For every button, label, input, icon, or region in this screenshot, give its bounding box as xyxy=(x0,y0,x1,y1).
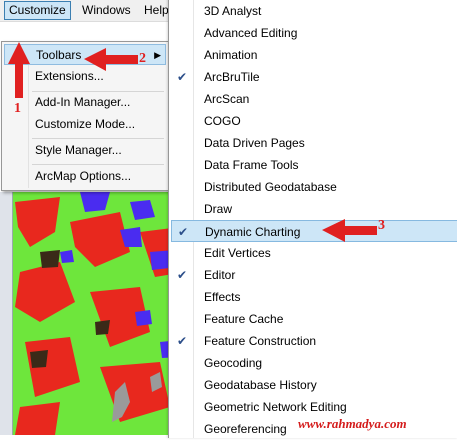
toolbars-submenu: 3D Analyst Advanced Editing Animation ✔ A… xyxy=(168,0,457,438)
toolbar-item-draw[interactable]: Draw xyxy=(169,198,457,220)
map-frame-edge xyxy=(0,192,13,435)
step-label-2: 2 xyxy=(139,51,146,66)
toolbar-item-geocoding[interactable]: Geocoding xyxy=(169,352,457,374)
toolbar-item-cogo[interactable]: COGO xyxy=(169,110,457,132)
checkmark-icon: ✔ xyxy=(177,70,188,84)
toolbar-item-geodatabase-history[interactable]: Geodatabase History xyxy=(169,374,457,396)
land-cover-map xyxy=(15,192,185,435)
menu-customize[interactable]: Customize xyxy=(4,1,71,20)
toolbar-item-feature-construction[interactable]: ✔ Feature Construction xyxy=(169,330,457,352)
map-view[interactable] xyxy=(0,192,185,435)
checkmark-icon: ✔ xyxy=(177,268,188,282)
toolbar-item-data-frame-tools[interactable]: Data Frame Tools xyxy=(169,154,457,176)
toolbar-item-feature-cache[interactable]: Feature Cache xyxy=(169,308,457,330)
step-label-1: 1 xyxy=(14,101,21,116)
toolbar-item-advanced-editing[interactable]: Advanced Editing xyxy=(169,22,457,44)
menu-windows[interactable]: Windows xyxy=(78,2,135,19)
toolbar-item-arcbrutile[interactable]: ✔ ArcBruTile xyxy=(169,66,457,88)
checkmark-icon: ✔ xyxy=(178,225,189,239)
toolbar-item-geometric-network-editing[interactable]: Geometric Network Editing xyxy=(169,396,457,418)
menu-separator xyxy=(32,164,164,165)
toolbar-item-editor[interactable]: ✔ Editor xyxy=(169,264,457,286)
toolbar-item-3d-analyst[interactable]: 3D Analyst xyxy=(169,0,457,22)
menu-item-style-manager[interactable]: Style Manager... xyxy=(4,140,166,161)
toolbar-item-effects[interactable]: Effects xyxy=(169,286,457,308)
checkmark-icon: ✔ xyxy=(177,334,188,348)
toolbar-item-distributed-geodatabase[interactable]: Distributed Geodatabase xyxy=(169,176,457,198)
toolbar-item-data-driven-pages[interactable]: Data Driven Pages xyxy=(169,132,457,154)
toolbar-item-dynamic-charting[interactable]: ✔ Dynamic Charting xyxy=(171,220,457,242)
toolbar-item-arcscan[interactable]: ArcScan xyxy=(169,88,457,110)
menu-item-arcmap-options[interactable]: ArcMap Options... xyxy=(4,166,166,187)
watermark-text: www.rahmadya.com xyxy=(298,416,407,431)
menu-item-add-in-manager[interactable]: Add-In Manager... xyxy=(4,92,166,113)
menu-separator xyxy=(32,138,164,139)
menu-item-extensions[interactable]: Extensions... xyxy=(4,66,166,87)
toolbar-item-edit-vertices[interactable]: Edit Vertices xyxy=(169,242,457,264)
menu-item-customize-mode[interactable]: Customize Mode... xyxy=(4,114,166,135)
toolbar-item-animation[interactable]: Animation xyxy=(169,44,457,66)
step-label-3: 3 xyxy=(378,218,385,233)
submenu-arrow-icon: ▶ xyxy=(154,50,161,60)
